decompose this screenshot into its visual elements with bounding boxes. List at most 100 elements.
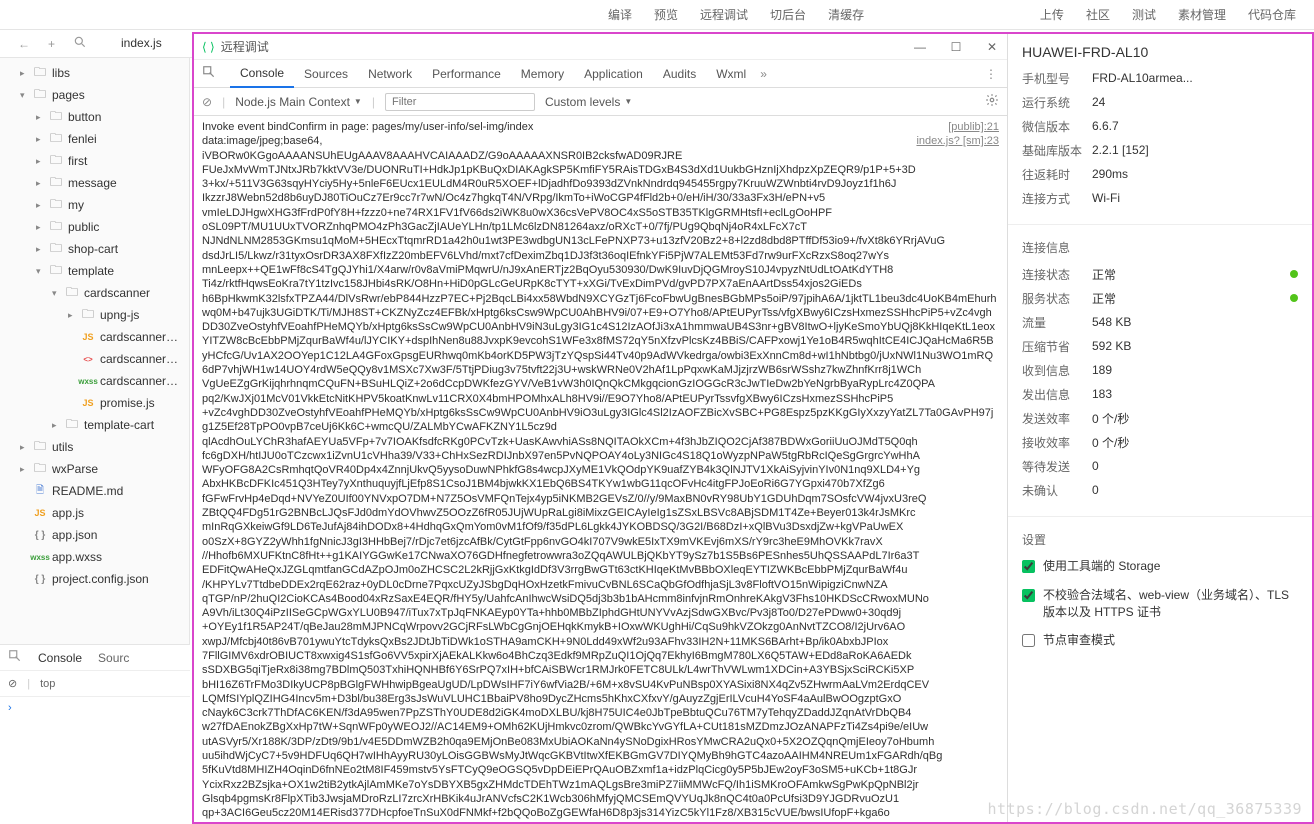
console-prompt-icon: ›: [8, 702, 12, 714]
info-row: 连接方式Wi-Fi: [1022, 186, 1298, 210]
device-info-panel: HUAWEI-FRD-AL10 手机型号FRD-AL10armea...运行系统…: [1008, 34, 1312, 822]
bottom-console: Console Sourc ⊘ | top ›: [0, 644, 190, 824]
menu-item[interactable]: 上传: [1040, 6, 1064, 23]
tree-item[interactable]: ▾🗀template: [0, 260, 189, 282]
status-dot-icon: [1290, 270, 1298, 278]
settings-checkbox[interactable]: 不校验合法域名、web-view（业务域名）、TLS 版本以及 HTTPS 证书: [1008, 581, 1312, 627]
tree-item[interactable]: ▸🗀message: [0, 172, 189, 194]
console-filter-input[interactable]: [385, 93, 535, 111]
settings-checkbox[interactable]: 使用工具端的 Storage: [1008, 552, 1312, 581]
info-row: 接收效率0 个/秒: [1022, 430, 1298, 454]
info-row: 发送效率0 个/秒: [1022, 406, 1298, 430]
window-maximize-icon[interactable]: ☐: [949, 40, 963, 54]
bottom-context[interactable]: top: [40, 678, 55, 690]
info-row: 未确认0: [1022, 478, 1298, 502]
more-tabs-icon[interactable]: »: [760, 67, 767, 81]
tree-item[interactable]: <>cardscanner…: [0, 348, 189, 370]
back-icon[interactable]: ←: [18, 37, 30, 51]
tree-item[interactable]: ▾🗀pages: [0, 84, 189, 106]
search-icon[interactable]: [73, 35, 87, 52]
menu-item[interactable]: 代码仓库: [1248, 6, 1296, 23]
console-log-line: data:image/jpeg;base64, index.js? [sm]:2…: [202, 134, 999, 148]
tree-item[interactable]: 🗎README.md: [0, 480, 189, 502]
bottom-clear-icon[interactable]: ⊘: [8, 677, 17, 690]
info-row: 流量548 KB: [1022, 310, 1298, 334]
console-toolbar: ⊘ | Node.js Main Context▼ | Custom level…: [194, 88, 1007, 116]
devtools-tab-performance[interactable]: Performance: [422, 60, 511, 88]
devtools-tabs: ConsoleSourcesNetworkPerformanceMemoryAp…: [194, 60, 1007, 88]
top-menu-bar: 编译 预览 远程调试 切后台 清缓存 上传 社区 测试 素材管理 代码仓库: [0, 0, 1314, 30]
menu-item[interactable]: 切后台: [770, 6, 806, 23]
log-levels-selector[interactable]: Custom levels▼: [545, 95, 632, 109]
clear-console-icon[interactable]: ⊘: [202, 95, 212, 109]
device-name: HUAWEI-FRD-AL10: [1022, 44, 1298, 60]
devtools-tab-wxml[interactable]: Wxml: [706, 60, 756, 88]
devtools-titlebar: ⟨ ⟩ 远程调试 — ☐ ✕: [194, 34, 1007, 60]
console-log-line: Invoke event bindConfirm in page: pages/…: [202, 120, 999, 134]
devtools-tab-application[interactable]: Application: [574, 60, 653, 88]
conn-info-header: 连接信息: [1008, 229, 1312, 260]
devtools-tab-sources[interactable]: Sources: [294, 60, 358, 88]
tree-item[interactable]: JSapp.js: [0, 502, 189, 524]
tree-item[interactable]: wxssapp.wxss: [0, 546, 189, 568]
menu-item[interactable]: 测试: [1132, 6, 1156, 23]
info-row: 服务状态正常: [1022, 286, 1298, 310]
console-output: Invoke event bindConfirm in page: pages/…: [194, 116, 1007, 822]
source-link[interactable]: index.js? [sm]:23: [916, 134, 999, 148]
add-icon[interactable]: +: [48, 37, 55, 51]
tree-item[interactable]: { }project.config.json: [0, 568, 189, 590]
tree-item[interactable]: ▸🗀my: [0, 194, 189, 216]
info-row: 运行系统24: [1022, 90, 1298, 114]
top-menu-right: 上传 社区 测试 素材管理 代码仓库: [1040, 6, 1296, 23]
menu-item[interactable]: 编译: [608, 6, 632, 23]
menu-item[interactable]: 预览: [654, 6, 678, 23]
devtools-menu-icon[interactable]: ⋮: [985, 67, 997, 81]
execution-context-selector[interactable]: Node.js Main Context▼: [235, 95, 362, 109]
tree-item[interactable]: ▸🗀public: [0, 216, 189, 238]
tree-item[interactable]: ▸🗀shop-cart: [0, 238, 189, 260]
console-log-blob: iVBORw0KGgoAAAANSUhEUgAAAV8AAAHVCAIAAADZ…: [202, 149, 999, 822]
tree-item[interactable]: ▸🗀fenlei: [0, 128, 189, 150]
console-settings-icon[interactable]: [985, 93, 999, 110]
settings-checkbox[interactable]: 节点审查模式: [1008, 626, 1312, 655]
source-link[interactable]: [publib]:21: [948, 120, 999, 134]
menu-item[interactable]: 远程调试: [700, 6, 748, 23]
tree-item[interactable]: { }app.json: [0, 524, 189, 546]
file-tab[interactable]: index.js: [107, 32, 176, 56]
info-row: 发出信息183: [1022, 382, 1298, 406]
window-minimize-icon[interactable]: —: [913, 40, 927, 54]
devtools-window: ⟨ ⟩ 远程调试 — ☐ ✕ ConsoleSourcesNetworkPerf…: [192, 32, 1314, 824]
tree-item[interactable]: ▾🗀cardscanner: [0, 282, 189, 304]
menu-item[interactable]: 素材管理: [1178, 6, 1226, 23]
bottom-inspect-icon[interactable]: [8, 649, 22, 666]
devtools-tab-network[interactable]: Network: [358, 60, 422, 88]
devtools-icon: ⟨ ⟩: [202, 40, 215, 54]
menu-item[interactable]: 社区: [1086, 6, 1110, 23]
tree-item[interactable]: wxsscardscanner…: [0, 370, 189, 392]
info-row: 收到信息189: [1022, 358, 1298, 382]
devtools-tab-audits[interactable]: Audits: [653, 60, 706, 88]
inspect-icon[interactable]: [202, 65, 216, 82]
tree-item[interactable]: ▸🗀upng-js: [0, 304, 189, 326]
bottom-tab-console[interactable]: Console: [38, 651, 82, 665]
tree-item[interactable]: ▸🗀template-cart: [0, 414, 189, 436]
tree-item[interactable]: JScardscanner…: [0, 326, 189, 348]
devtools-tab-console[interactable]: Console: [230, 60, 294, 88]
tree-item[interactable]: ▸🗀button: [0, 106, 189, 128]
info-row: 往返耗时290ms: [1022, 162, 1298, 186]
tree-item[interactable]: ▸🗀utils: [0, 436, 189, 458]
info-row: 微信版本6.6.7: [1022, 114, 1298, 138]
info-row: 基础库版本2.2.1 [152]: [1022, 138, 1298, 162]
devtools-tab-memory[interactable]: Memory: [511, 60, 574, 88]
bottom-tab-sources[interactable]: Sourc: [98, 651, 129, 665]
info-row: 压缩节省592 KB: [1022, 334, 1298, 358]
tree-item[interactable]: ▸🗀wxParse: [0, 458, 189, 480]
tree-item[interactable]: ▸🗀libs: [0, 62, 189, 84]
window-close-icon[interactable]: ✕: [985, 40, 999, 54]
menu-item[interactable]: 清缓存: [828, 6, 864, 23]
status-dot-icon: [1290, 294, 1298, 302]
settings-header: 设置: [1008, 521, 1312, 552]
tree-item[interactable]: JSpromise.js: [0, 392, 189, 414]
top-menu-left: 编译 预览 远程调试 切后台 清缓存: [608, 6, 864, 23]
tree-item[interactable]: ▸🗀first: [0, 150, 189, 172]
